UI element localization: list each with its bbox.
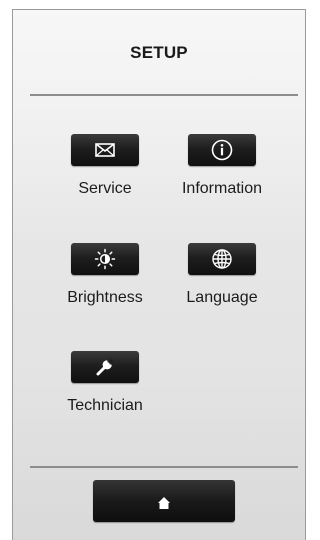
language-button[interactable] [188, 243, 256, 275]
brightness-button[interactable] [71, 243, 139, 275]
brightness-tile[interactable]: Brightness [40, 243, 170, 307]
information-button[interactable] [188, 134, 256, 166]
globe-icon [212, 249, 232, 269]
information-label: Information [181, 180, 263, 197]
service-button[interactable] [71, 134, 139, 166]
brightness-icon [94, 248, 116, 270]
technician-tile[interactable]: Technician [40, 351, 170, 415]
service-label: Service [78, 180, 132, 197]
info-icon [211, 139, 233, 161]
page-title: SETUP [130, 43, 188, 62]
home-button[interactable] [93, 480, 235, 522]
information-tile[interactable]: Information [157, 134, 287, 198]
language-tile[interactable]: Language [157, 243, 287, 307]
home-icon [158, 497, 170, 510]
wrench-icon [96, 359, 113, 376]
language-label: Language [186, 289, 258, 306]
envelope-icon [95, 143, 115, 157]
technician-button[interactable] [71, 351, 139, 383]
technician-label: Technician [67, 397, 143, 414]
service-tile[interactable]: Service [40, 134, 170, 198]
footer-divider [30, 466, 298, 468]
setup-screen: SETUP Service Information Brightness Lan… [12, 9, 306, 540]
header-divider [30, 94, 298, 96]
brightness-label: Brightness [67, 289, 143, 306]
